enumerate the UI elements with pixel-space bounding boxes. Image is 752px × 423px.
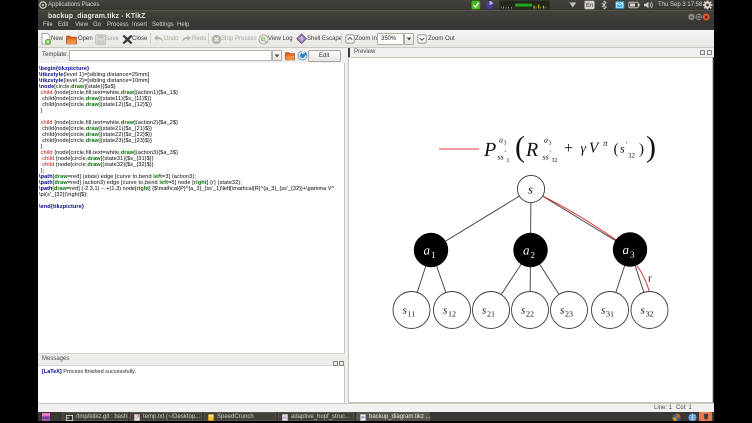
svg-text:s: s [620,142,625,156]
svg-text:π: π [603,138,608,148]
svg-text:31: 31 [606,310,614,319]
svg-text:1: 1 [431,250,436,260]
svg-text:22: 22 [526,310,534,319]
svg-text:s: s [403,305,407,317]
svg-text:32: 32 [552,158,558,164]
svg-text:γ: γ [581,142,587,157]
svg-text:′: ′ [626,140,628,149]
svg-text:a: a [523,243,530,258]
svg-text:a: a [544,136,548,145]
svg-text:s: s [641,305,645,317]
svg-text:s: s [521,305,525,317]
svg-text:3: 3 [504,141,507,147]
svg-text:): ) [646,131,656,164]
svg-text:R: R [525,139,538,161]
svg-text:′: ′ [505,149,507,157]
svg-text:P: P [483,139,496,161]
svg-text:r: r [648,273,652,285]
svg-text:1: 1 [507,158,510,164]
svg-text:s: s [528,183,533,197]
svg-text:s: s [443,305,447,317]
svg-text:32: 32 [628,152,636,160]
svg-text:En: En [586,2,593,9]
svg-text:a: a [623,242,630,257]
svg-text:12: 12 [448,310,456,319]
svg-text:′: ′ [550,149,552,157]
svg-text:ss: ss [498,153,504,162]
svg-text:a: a [499,136,503,145]
svg-text:(: ( [614,142,619,158]
svg-text:23: 23 [565,310,573,319]
svg-text:a: a [424,243,431,258]
svg-text:V: V [589,141,600,157]
svg-text:(: ( [515,131,525,164]
svg-text:): ) [639,142,644,158]
svg-text:11: 11 [408,310,416,319]
svg-text:+: + [564,140,573,157]
svg-text:2: 2 [531,250,536,260]
svg-text:s: s [601,305,605,317]
svg-text:ss: ss [543,153,549,162]
svg-text:21: 21 [487,310,495,319]
svg-text:s: s [560,305,564,317]
svg-text:3: 3 [630,250,635,260]
svg-text:32: 32 [646,310,654,319]
svg-text:s: s [482,305,486,317]
svg-text:3: 3 [549,141,552,147]
